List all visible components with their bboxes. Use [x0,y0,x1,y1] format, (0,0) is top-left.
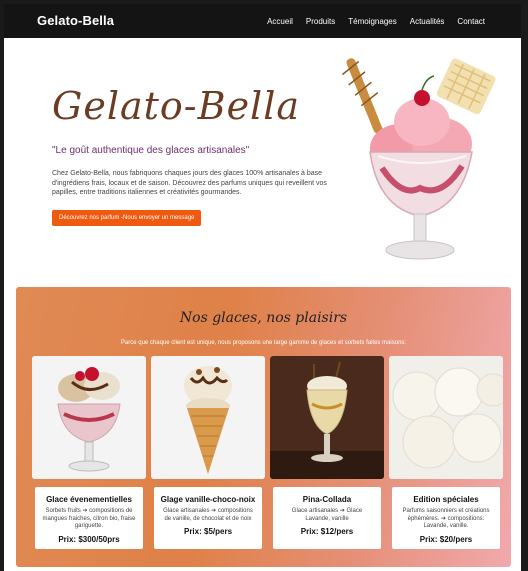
product-name: Edition spéciales [413,495,479,504]
product-image-sundae [32,356,146,479]
products-subtitle: Parce que chaque client est unique, nous… [120,340,407,346]
products-title: Nos glaces, nos plaisirs [179,310,348,326]
product-price: Prix: $300/50prs [58,534,120,544]
hero-description: Chez Gelato-Bella, nous fabriquons chaqu… [52,170,327,196]
nav-link-actualites[interactable]: Actualités [410,17,445,26]
products-section: Nos glaces, nos plaisirs Parce que chaqu… [16,287,511,567]
brand-logo[interactable]: Gelato-Bella [37,13,114,28]
hero-title: Gelato-Bella [52,84,301,128]
nav-link-contact[interactable]: Contact [457,17,485,26]
product-description: Parfums saisonniers et créations éphémèr… [402,508,490,529]
product-name: Pina-Collada [302,495,352,504]
nav-link-accueil[interactable]: Accueil [267,17,293,26]
nav-link-produits[interactable]: Produits [306,17,335,26]
product-card[interactable]: Glage vanille-choco-noix Glace artisanal… [154,487,262,549]
hero-tagline: "Le goût authentique des glaces artisana… [52,145,250,156]
product-card[interactable]: Pina-Collada Glace artisanales ➔ Glace L… [273,487,381,549]
product-image-special [389,356,503,479]
page: Gelato-Bella Accueil Produits Témoignage… [4,4,521,571]
product-name: Glage vanille-choco-noix [160,495,256,504]
top-navbar: Gelato-Bella Accueil Produits Témoignage… [4,4,521,38]
product-description: Glace artisanales ➔ compositions de vani… [163,508,253,522]
ice-cream-sundae-image [342,58,496,260]
product-price: Prix: $20/pers [419,534,473,544]
product-card[interactable]: Edition spéciales Parfums saisonniers et… [392,487,500,549]
product-description: Glace artisanales ➔ Glace Lavande, vanil… [291,508,363,522]
nav-links: Accueil Produits Témoignages Actualités … [267,17,485,26]
product-name: Glace évenementielles [46,495,132,504]
product-price: Prix: $5/pers [183,527,233,536]
product-image-pina-colada [270,356,384,479]
product-price: Prix: $12/pers [300,527,354,536]
product-card[interactable]: Glace évenementielles Sorbets fruits ➔ c… [35,487,143,549]
contact-button[interactable]: Découvrez nos parfum -Nous envoyer un me… [52,210,202,226]
product-image-cone [151,356,265,479]
nav-link-temoignages[interactable]: Témoignages [348,17,396,26]
product-description: Sorbets fruits ➔ compositions de mangues… [42,508,136,529]
